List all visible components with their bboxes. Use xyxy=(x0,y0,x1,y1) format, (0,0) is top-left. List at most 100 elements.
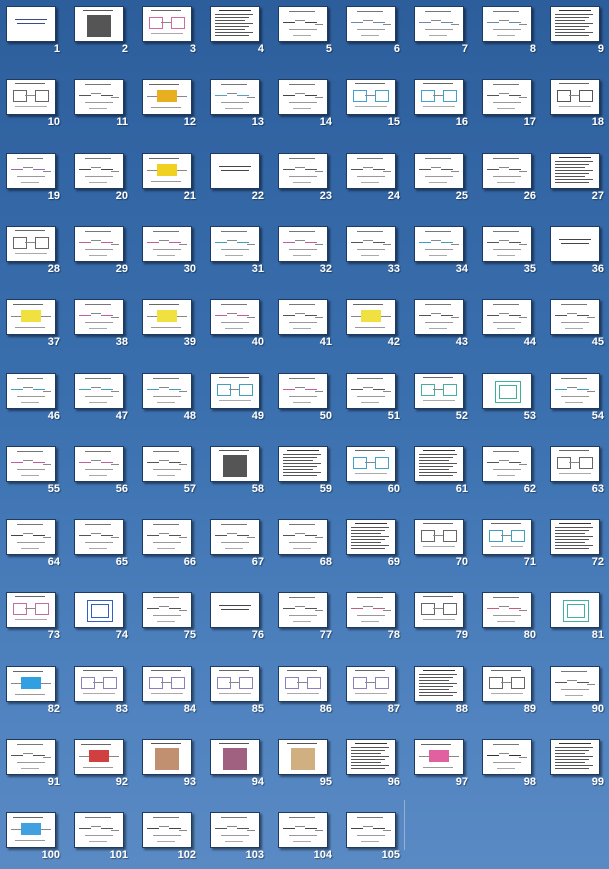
slide-thumbnail[interactable]: 10 xyxy=(6,79,62,135)
slide-thumbnail[interactable]: 50 xyxy=(278,373,334,429)
slide-thumbnail[interactable]: 100 xyxy=(6,812,62,868)
slide-thumbnail[interactable]: 23 xyxy=(278,153,334,209)
slide-thumbnail[interactable]: 16 xyxy=(414,79,470,135)
slide-thumbnail[interactable]: 57 xyxy=(142,446,198,502)
slide-thumbnail[interactable]: 103 xyxy=(210,812,266,868)
slide-thumbnail[interactable]: 39 xyxy=(142,299,198,355)
slide-thumbnail[interactable]: 4 xyxy=(210,6,266,62)
slide-thumbnail[interactable]: 2 xyxy=(74,6,130,62)
slide-thumbnail[interactable]: 28 xyxy=(6,226,62,282)
slide-thumbnail[interactable]: 40 xyxy=(210,299,266,355)
slide-thumbnail[interactable]: 89 xyxy=(482,666,538,722)
slide-thumbnail[interactable]: 18 xyxy=(550,79,606,135)
slide-thumbnail[interactable]: 101 xyxy=(74,812,130,868)
slide-thumbnail[interactable]: 14 xyxy=(278,79,334,135)
slide-thumbnail[interactable]: 70 xyxy=(414,519,470,575)
slide-thumbnail[interactable]: 36 xyxy=(550,226,606,282)
slide-thumbnail[interactable]: 55 xyxy=(6,446,62,502)
slide-thumbnail[interactable]: 42 xyxy=(346,299,402,355)
slide-thumbnail[interactable]: 87 xyxy=(346,666,402,722)
slide-thumbnail[interactable]: 91 xyxy=(6,739,62,795)
slide-thumbnail[interactable]: 96 xyxy=(346,739,402,795)
slide-thumbnail[interactable]: 59 xyxy=(278,446,334,502)
slide-thumbnail[interactable]: 65 xyxy=(74,519,130,575)
slide-thumbnail[interactable]: 79 xyxy=(414,592,470,648)
slide-thumbnail[interactable]: 41 xyxy=(278,299,334,355)
slide-thumbnail[interactable]: 104 xyxy=(278,812,334,868)
slide-thumbnail[interactable]: 6 xyxy=(346,6,402,62)
slide-thumbnail[interactable]: 84 xyxy=(142,666,198,722)
slide-thumbnail[interactable]: 53 xyxy=(482,373,538,429)
slide-thumbnail[interactable]: 99 xyxy=(550,739,606,795)
slide-thumbnail[interactable]: 52 xyxy=(414,373,470,429)
slide-thumbnail[interactable]: 15 xyxy=(346,79,402,135)
slide-thumbnail[interactable]: 93 xyxy=(142,739,198,795)
slide-thumbnail[interactable]: 31 xyxy=(210,226,266,282)
slide-thumbnail[interactable]: 34 xyxy=(414,226,470,282)
slide-thumbnail[interactable]: 76 xyxy=(210,592,266,648)
slide-thumbnail[interactable]: 75 xyxy=(142,592,198,648)
slide-thumbnail[interactable]: 80 xyxy=(482,592,538,648)
slide-thumbnail[interactable]: 19 xyxy=(6,153,62,209)
slide-thumbnail[interactable]: 27 xyxy=(550,153,606,209)
slide-thumbnail[interactable]: 64 xyxy=(6,519,62,575)
slide-thumbnail[interactable]: 97 xyxy=(414,739,470,795)
slide-thumbnail[interactable]: 62 xyxy=(482,446,538,502)
slide-thumbnail[interactable]: 25 xyxy=(414,153,470,209)
slide-thumbnail[interactable]: 54 xyxy=(550,373,606,429)
slide-thumbnail[interactable]: 24 xyxy=(346,153,402,209)
slide-thumbnail[interactable]: 105 xyxy=(346,812,402,868)
slide-thumbnail[interactable]: 7 xyxy=(414,6,470,62)
slide-thumbnail[interactable]: 72 xyxy=(550,519,606,575)
slide-thumbnail[interactable]: 13 xyxy=(210,79,266,135)
slide-thumbnail[interactable]: 78 xyxy=(346,592,402,648)
slide-thumbnail[interactable]: 32 xyxy=(278,226,334,282)
slide-thumbnail[interactable]: 45 xyxy=(550,299,606,355)
slide-thumbnail[interactable]: 26 xyxy=(482,153,538,209)
slide-thumbnail[interactable]: 66 xyxy=(142,519,198,575)
slide-thumbnail[interactable]: 17 xyxy=(482,79,538,135)
slide-thumbnail[interactable]: 71 xyxy=(482,519,538,575)
slide-thumbnail[interactable]: 21 xyxy=(142,153,198,209)
slide-thumbnail[interactable]: 48 xyxy=(142,373,198,429)
slide-thumbnail[interactable]: 33 xyxy=(346,226,402,282)
slide-thumbnail[interactable]: 8 xyxy=(482,6,538,62)
slide-thumbnail[interactable]: 63 xyxy=(550,446,606,502)
slide-thumbnail[interactable]: 82 xyxy=(6,666,62,722)
slide-thumbnail[interactable]: 12 xyxy=(142,79,198,135)
slide-thumbnail[interactable]: 1 xyxy=(6,6,62,62)
slide-thumbnail[interactable]: 88 xyxy=(414,666,470,722)
slide-thumbnail[interactable]: 69 xyxy=(346,519,402,575)
slide-thumbnail[interactable]: 56 xyxy=(74,446,130,502)
slide-thumbnail[interactable]: 35 xyxy=(482,226,538,282)
slide-thumbnail[interactable]: 74 xyxy=(74,592,130,648)
slide-thumbnail[interactable]: 11 xyxy=(74,79,130,135)
slide-thumbnail[interactable]: 37 xyxy=(6,299,62,355)
slide-thumbnail[interactable]: 67 xyxy=(210,519,266,575)
slide-thumbnail[interactable]: 46 xyxy=(6,373,62,429)
slide-thumbnail[interactable]: 68 xyxy=(278,519,334,575)
slide-thumbnail[interactable]: 102 xyxy=(142,812,198,868)
slide-thumbnail[interactable]: 95 xyxy=(278,739,334,795)
slide-thumbnail[interactable]: 73 xyxy=(6,592,62,648)
slide-thumbnail[interactable]: 61 xyxy=(414,446,470,502)
slide-thumbnail[interactable]: 22 xyxy=(210,153,266,209)
slide-thumbnail[interactable]: 58 xyxy=(210,446,266,502)
slide-thumbnail[interactable]: 86 xyxy=(278,666,334,722)
slide-thumbnail[interactable]: 3 xyxy=(142,6,198,62)
slide-thumbnail[interactable]: 29 xyxy=(74,226,130,282)
slide-thumbnail[interactable]: 9 xyxy=(550,6,606,62)
slide-thumbnail[interactable]: 51 xyxy=(346,373,402,429)
slide-thumbnail[interactable]: 43 xyxy=(414,299,470,355)
slide-thumbnail[interactable]: 5 xyxy=(278,6,334,62)
slide-thumbnail[interactable]: 92 xyxy=(74,739,130,795)
slide-thumbnail[interactable]: 44 xyxy=(482,299,538,355)
slide-thumbnail[interactable]: 49 xyxy=(210,373,266,429)
slide-thumbnail[interactable]: 98 xyxy=(482,739,538,795)
slide-thumbnail[interactable]: 60 xyxy=(346,446,402,502)
slide-thumbnail[interactable]: 81 xyxy=(550,592,606,648)
slide-thumbnail[interactable]: 94 xyxy=(210,739,266,795)
slide-thumbnail[interactable]: 83 xyxy=(74,666,130,722)
slide-thumbnail[interactable]: 85 xyxy=(210,666,266,722)
slide-thumbnail[interactable]: 90 xyxy=(550,666,606,722)
